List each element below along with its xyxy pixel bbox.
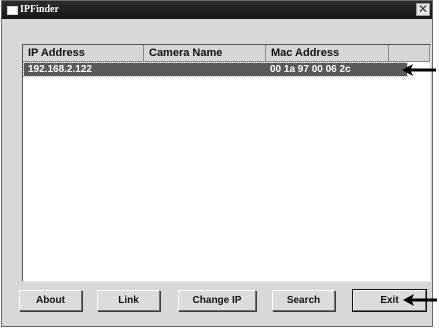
app-icon (7, 6, 18, 15)
window-title: IPFinder (20, 4, 59, 15)
cell-mac-address: 00 1a 97 00 06 2c (270, 64, 351, 75)
column-header-ip-address[interactable]: IP Address (23, 45, 144, 61)
change-ip-button[interactable]: Change IP (178, 290, 256, 311)
about-button[interactable]: About (19, 290, 82, 311)
search-button[interactable]: Search (272, 290, 335, 311)
arrow-left-icon (402, 64, 436, 76)
column-header-mac-address[interactable]: Mac Address (266, 45, 389, 61)
link-button[interactable]: Link (97, 290, 160, 311)
ipfinder-window: IPFinder ✕ IP Address Camera Name Mac Ad… (1, 0, 433, 327)
column-header-empty (389, 45, 430, 61)
camera-list[interactable]: IP Address Camera Name Mac Address 192.1… (22, 44, 431, 282)
close-button[interactable]: ✕ (416, 3, 430, 16)
cell-ip-address: 192.168.2.122 (28, 64, 92, 75)
list-header: IP Address Camera Name Mac Address (23, 45, 430, 62)
table-row[interactable]: 192.168.2.122 00 1a 97 00 06 2c (23, 62, 408, 77)
arrow-left-icon (403, 294, 437, 306)
column-header-camera-name[interactable]: Camera Name (144, 45, 266, 61)
title-bar[interactable]: IPFinder ✕ (2, 1, 432, 19)
